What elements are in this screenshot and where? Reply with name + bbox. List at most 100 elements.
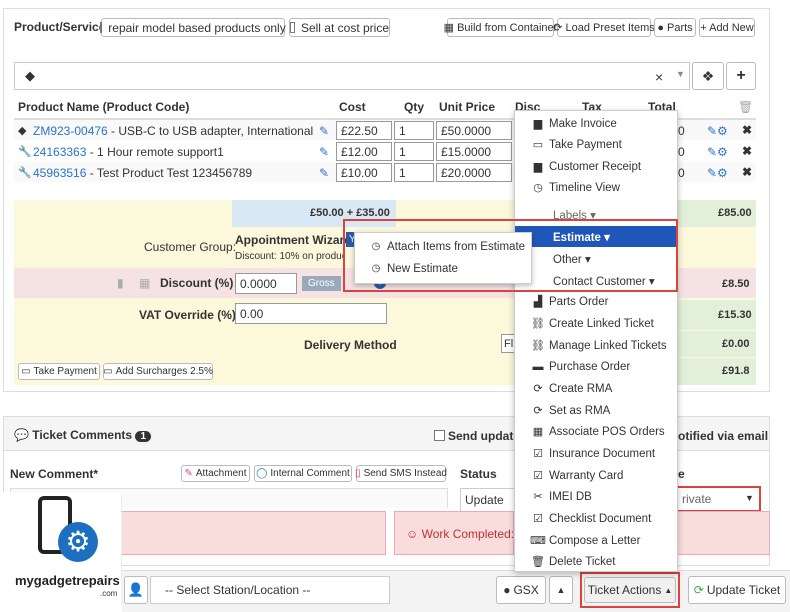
bookmark-icon[interactable]: ▮ [117,276,124,290]
add-row-button[interactable]: + [726,62,756,90]
menu-associate-pos[interactable]: ▦ Associate POS Orders [515,421,677,442]
remove-row-icon[interactable]: ✖ [742,123,752,137]
menu-warranty-card[interactable]: ☑ Warranty Card [515,465,677,486]
user-button[interactable]: 👤 [124,576,148,604]
repair-only-checkbox[interactable]: repair model based products only [100,18,286,37]
pencil-icon[interactable]: ✎ [319,124,329,138]
subtotal-total: £85.00 [718,207,752,219]
parts-button[interactable]: ● Parts [654,18,696,37]
caret-up-button[interactable]: ▲ [549,576,573,604]
menu-delete-ticket[interactable]: 🗑 Delete Ticket [515,551,677,572]
row-total: 0 [678,124,685,138]
menu-insurance-doc[interactable]: ☑ Insurance Document [515,443,677,464]
remove-row-icon[interactable]: ✖ [742,165,752,179]
delivery-label: Delivery Method [304,338,397,352]
chevron-down-icon[interactable]: ▼ [676,69,685,79]
gross-button[interactable]: Gross [302,276,341,291]
menu-take-payment[interactable]: ▭ Take Payment [515,134,677,155]
logo-sub: .com [100,589,118,598]
build-container-button[interactable]: ▦ Build from Container [444,18,557,37]
station-select[interactable]: -- Select Station/Location -- [150,576,390,604]
status-select[interactable]: Update [460,488,516,512]
menu-manage-linked[interactable]: ⛓ Manage Linked Tickets [515,335,677,356]
cubes-icon: ❖ [701,67,715,84]
edit-serial-icon[interactable]: ✎⚙ [707,124,728,138]
product-code-link[interactable]: ZM923-00476 [33,124,108,138]
menu-set-rma[interactable]: ⟳ Set as RMA [515,400,677,421]
grand-total: £91.8 [722,365,750,377]
discount-input[interactable]: 0.0000 [235,273,297,294]
menu-checklist-doc[interactable]: ☑ Checklist Document [515,508,677,529]
gsx-button[interactable]: ● GSX [496,576,546,604]
menu-customer-receipt[interactable]: ▆ Customer Receipt [515,156,677,177]
product-name: 24163363 - 1 Hour remote support1 [33,145,224,159]
row-total: 0 [678,145,685,159]
calc-icon[interactable]: ▦ [139,276,150,290]
edit-serial-icon[interactable]: ✎⚙ [707,145,728,159]
product-search-input[interactable]: ◆ [14,62,690,90]
search-clear-icon[interactable]: × [655,69,663,85]
send-sms-button[interactable]: ▯ Send SMS Instead [355,465,447,482]
cost-input[interactable]: £12.00 [336,142,392,161]
col-unit: Unit Price [439,100,496,114]
product-code-link[interactable]: 24163363 [33,145,86,159]
refresh-icon: ⟳ [533,383,543,395]
add-new-button[interactable]: + Add New [699,18,755,37]
refresh-icon: ⟳ [693,583,704,597]
cost-input[interactable]: £10.00 [336,163,392,182]
cost-input[interactable]: £22.50 [336,121,392,140]
keyboard-icon: ⌨ [530,535,546,547]
link-icon: ⛓ [531,340,545,352]
logo-text: mygadgetrepairs [15,573,120,588]
vat-input[interactable]: 0.00 [235,303,387,324]
qty-input[interactable]: 1 [394,163,434,182]
comment-count-badge: 1 [135,431,152,442]
appointment-wizard[interactable]: Appointment Wizard [235,233,352,247]
wrench-icon: 🔧 [18,146,32,158]
menu-imei-db[interactable]: ✂ IMEI DB [515,486,677,507]
refresh-icon: ⟳ [553,22,563,34]
pencil-icon[interactable]: ✎ [319,166,329,180]
menu-parts-order[interactable]: ▟ Parts Order [515,291,677,312]
load-preset-button[interactable]: ⟳ Load Preset Items [553,18,655,37]
add-surcharges-button[interactable]: ▭ Add Surcharges 2.5% [103,363,213,380]
menu-make-invoice[interactable]: ▆ Make Invoice [515,113,677,134]
attachment-button[interactable]: ✎ Attachment [181,465,250,482]
ticket-actions-menu: ▆ Make Invoice ▭ Take Payment ▆ Customer Re… [514,110,678,572]
unit-price-input[interactable]: £50.0000 [436,121,512,140]
menu-create-linked[interactable]: ⛓ Create Linked Ticket [515,313,677,334]
pencil-icon[interactable]: ✎ [319,145,329,159]
estimate-highlight [343,219,678,292]
menu-create-rma[interactable]: ⟳ Create RMA [515,378,677,399]
take-payment-button[interactable]: ▭ Take Payment [18,363,100,380]
unit-price-input[interactable]: £20.0000 [436,163,512,182]
edit-serial-icon[interactable]: ✎⚙ [707,166,728,180]
card-icon: ▬ [532,360,544,373]
cash-icon: ▭ [21,366,31,377]
gear-icon: ⚙ [58,522,98,562]
document-icon: ▆ [533,118,543,130]
delivery-select[interactable]: Fl [501,334,515,353]
status-label: Status [460,467,497,481]
qty-input[interactable]: 1 [394,142,434,161]
check-icon: ☑ [533,470,543,482]
phone-icon: ▯ [355,468,361,479]
trash-icon[interactable]: 🗑 [738,100,753,114]
col-name: Product Name (Product Code) [18,100,190,114]
menu-compose-letter[interactable]: ⌨ Compose a Letter [515,530,677,551]
internal-comment-button[interactable]: ◯ Internal Comment [254,465,352,482]
bundle-button[interactable]: ❖ [692,62,724,90]
qty-input[interactable]: 1 [394,121,434,140]
ticket-actions-highlight [580,572,680,608]
product-code-link[interactable]: 45963516 [33,166,86,180]
menu-timeline-view[interactable]: ◷ Timeline View [515,177,677,198]
grid-icon: ▦ [532,426,544,438]
update-ticket-button[interactable]: ⟳ Update Ticket [688,576,786,604]
remove-row-icon[interactable]: ✖ [742,144,752,158]
wrench-icon: 🔧 [18,167,32,179]
sell-cost-checkbox[interactable]: Sell at cost price [289,18,390,37]
menu-purchase-order[interactable]: ▬ Purchase Order [515,356,677,377]
send-update-checkbox[interactable]: Send update [434,429,520,443]
unit-price-input[interactable]: £15.0000 [436,142,512,161]
notified-label: otified via email [678,429,769,443]
